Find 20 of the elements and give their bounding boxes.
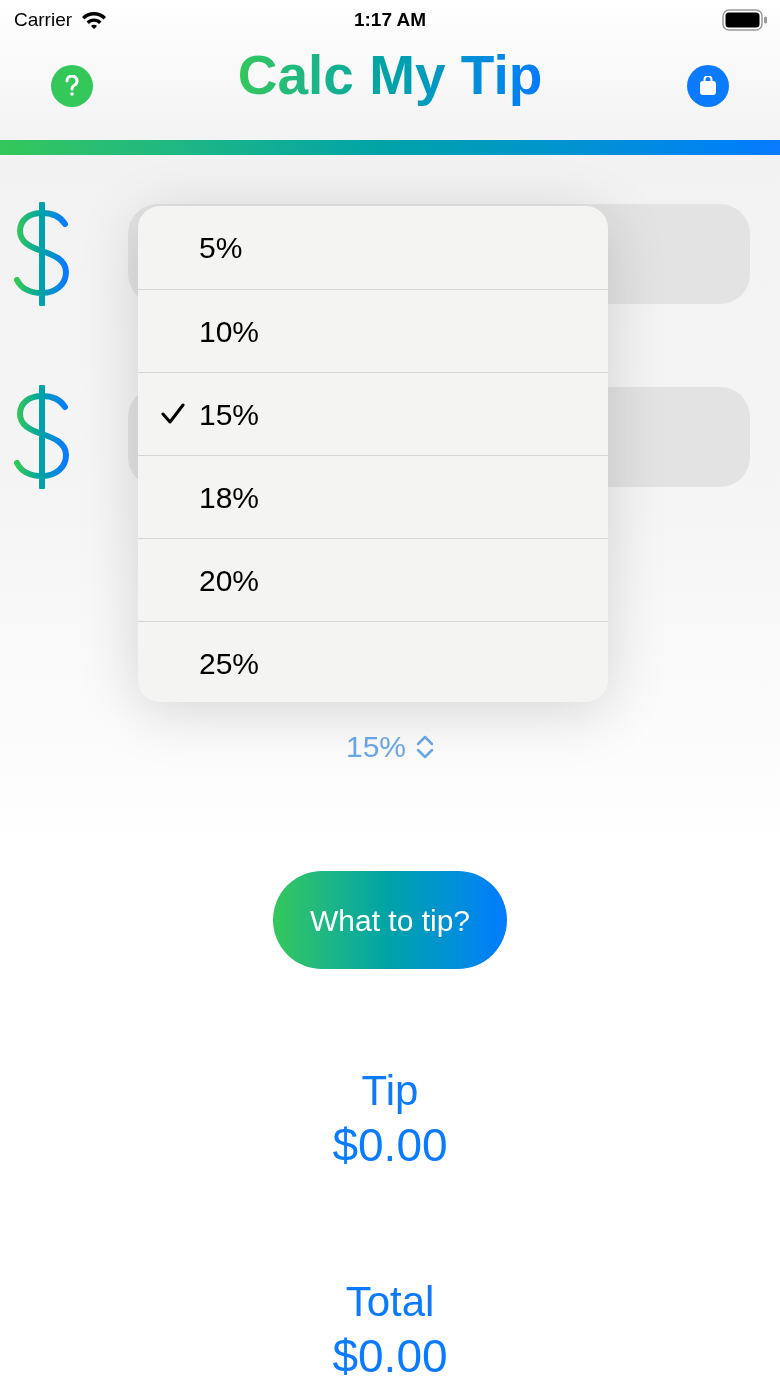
result-label: Tip (361, 1066, 419, 1116)
carrier-label: Carrier (14, 7, 73, 32)
menu-item[interactable]: 18% (138, 455, 608, 538)
dollar-icon (12, 385, 72, 489)
question-mark-icon (65, 75, 79, 97)
bag-icon (699, 76, 717, 96)
menu-item[interactable]: 5% (138, 206, 608, 289)
menu-item[interactable]: 15% (138, 372, 608, 455)
battery-icon (722, 9, 768, 31)
menu-item[interactable]: 10% (138, 289, 608, 372)
result-value: $0.00 (332, 1118, 448, 1173)
result-value: $0.00 (332, 1329, 448, 1384)
chevron-up-down-icon (416, 734, 434, 759)
menu-item[interactable]: 20% (138, 538, 608, 621)
dollar-icon (12, 202, 72, 306)
result-label: Total (345, 1277, 435, 1327)
bag-button[interactable] (687, 65, 729, 107)
clock-time: 1:17 AM (353, 7, 427, 32)
menu-item[interactable]: 25% (138, 621, 608, 702)
help-button[interactable] (51, 65, 93, 107)
